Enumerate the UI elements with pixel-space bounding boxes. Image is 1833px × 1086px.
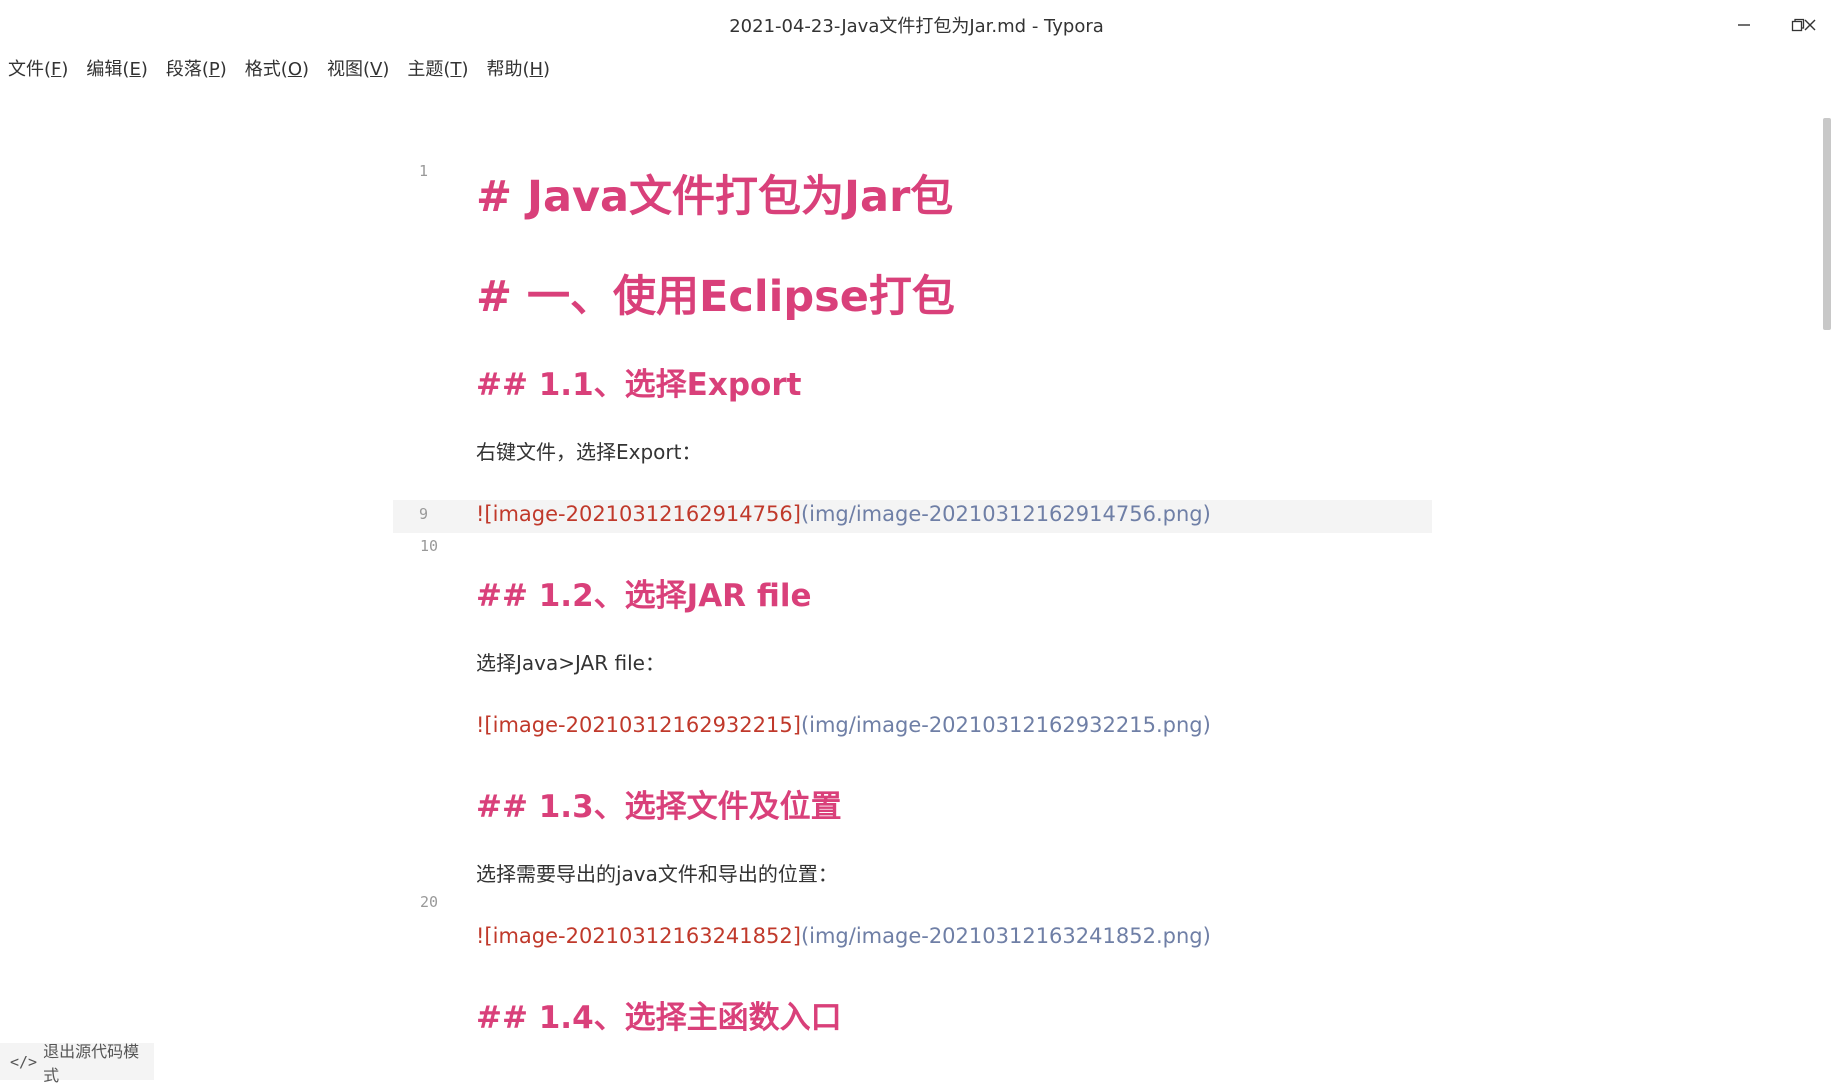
paragraph[interactable]: 右键文件，选择Export： [476,436,701,465]
menu-item-label: 格式 [244,59,281,80]
menu-item-t[interactable]: 主题(T) [407,55,468,81]
image-link[interactable]: ![image-20210312162914756](img/image-202… [476,502,1211,526]
image-alt-text: ![image-20210312162932215] [476,713,801,737]
menu-item-accelerator: V [370,59,383,80]
menu-item-p[interactable]: 段落(P) [166,55,227,81]
menu-item-label: 文件 [8,59,44,80]
code-icon: </> [10,1052,38,1071]
minimize-icon [1738,24,1750,26]
menu-item-accelerator: O [287,59,302,80]
image-link[interactable]: ![image-20210312162932215](img/image-202… [476,713,1211,737]
close-icon [1804,19,1816,31]
image-path: (img/image-20210312162932215.png) [800,713,1211,737]
menu-item-label: 主题 [407,59,444,80]
heading-2[interactable]: ## 1.1、选择Export [476,359,801,404]
image-link[interactable]: ![image-20210312163241852](img/image-202… [476,924,1211,948]
menu-item-label: 视图 [327,59,364,80]
heading-1[interactable]: # Java文件打包为Jar包 [476,162,953,224]
image-path: (img/image-20210312162914756.png) [800,502,1211,526]
menu-item-o[interactable]: 格式(O) [245,55,309,81]
menu-item-accelerator: F [51,59,62,80]
title-bar: 2021-04-23-Java文件打包为Jar.md - Typora [0,0,1833,50]
image-alt-text: ![image-20210312162914756] [476,502,801,526]
image-alt-text: ![image-20210312163241852] [476,924,801,948]
menu-bar: 文件(F) 编辑(E) 段落(P) 格式(O) 视图(V) 主题(T) 帮助(H) [0,52,568,84]
menu-item-label: 段落 [165,59,202,80]
close-button[interactable] [1790,8,1830,42]
heading-1[interactable]: # 一、使用Eclipse打包 [476,262,955,324]
menu-item-label: 帮助 [486,59,523,80]
menu-item-accelerator: P [208,59,220,80]
menu-item-accelerator: E [129,59,141,80]
menu-item-accelerator: H [529,59,544,80]
minimize-button[interactable] [1724,8,1764,42]
paragraph[interactable]: 选择Java>JAR file： [476,647,665,676]
menu-item-h[interactable]: 帮助(H) [486,55,550,81]
menu-item-f[interactable]: 文件(F) [8,55,68,81]
source-mode-toggle-button[interactable]: </> 退出源代码模式 [0,1042,154,1085]
menu-item-label: 编辑 [86,59,123,80]
menu-item-v[interactable]: 视图(V) [327,55,389,81]
menu-item-e[interactable]: 编辑(E) [86,55,147,81]
vertical-scrollbar-thumb[interactable] [1823,118,1831,330]
window-title: 2021-04-23-Java文件打包为Jar.md - Typora [729,16,1104,37]
image-path: (img/image-20210312163241852.png) [800,924,1211,948]
heading-2[interactable]: ## 1.2、选择JAR file [476,570,811,615]
menu-item-accelerator: T [450,59,462,80]
paragraph[interactable]: 选择需要导出的java文件和导出的位置： [476,858,838,887]
line-number: 10 [419,537,438,555]
heading-2[interactable]: ## 1.4、选择主函数入口 [476,992,842,1037]
line-number: 1 [418,162,428,180]
heading-2[interactable]: ## 1.3、选择文件及位置 [476,781,842,826]
line-number: 9 [418,505,428,523]
editor-source-view[interactable]: 1 9 10 20 # Java文件打包为Jar包 # 一、使用Eclipse打… [0,96,1812,1060]
source-mode-label: 退出源代码模式 [43,1041,140,1085]
line-number: 20 [419,893,438,911]
